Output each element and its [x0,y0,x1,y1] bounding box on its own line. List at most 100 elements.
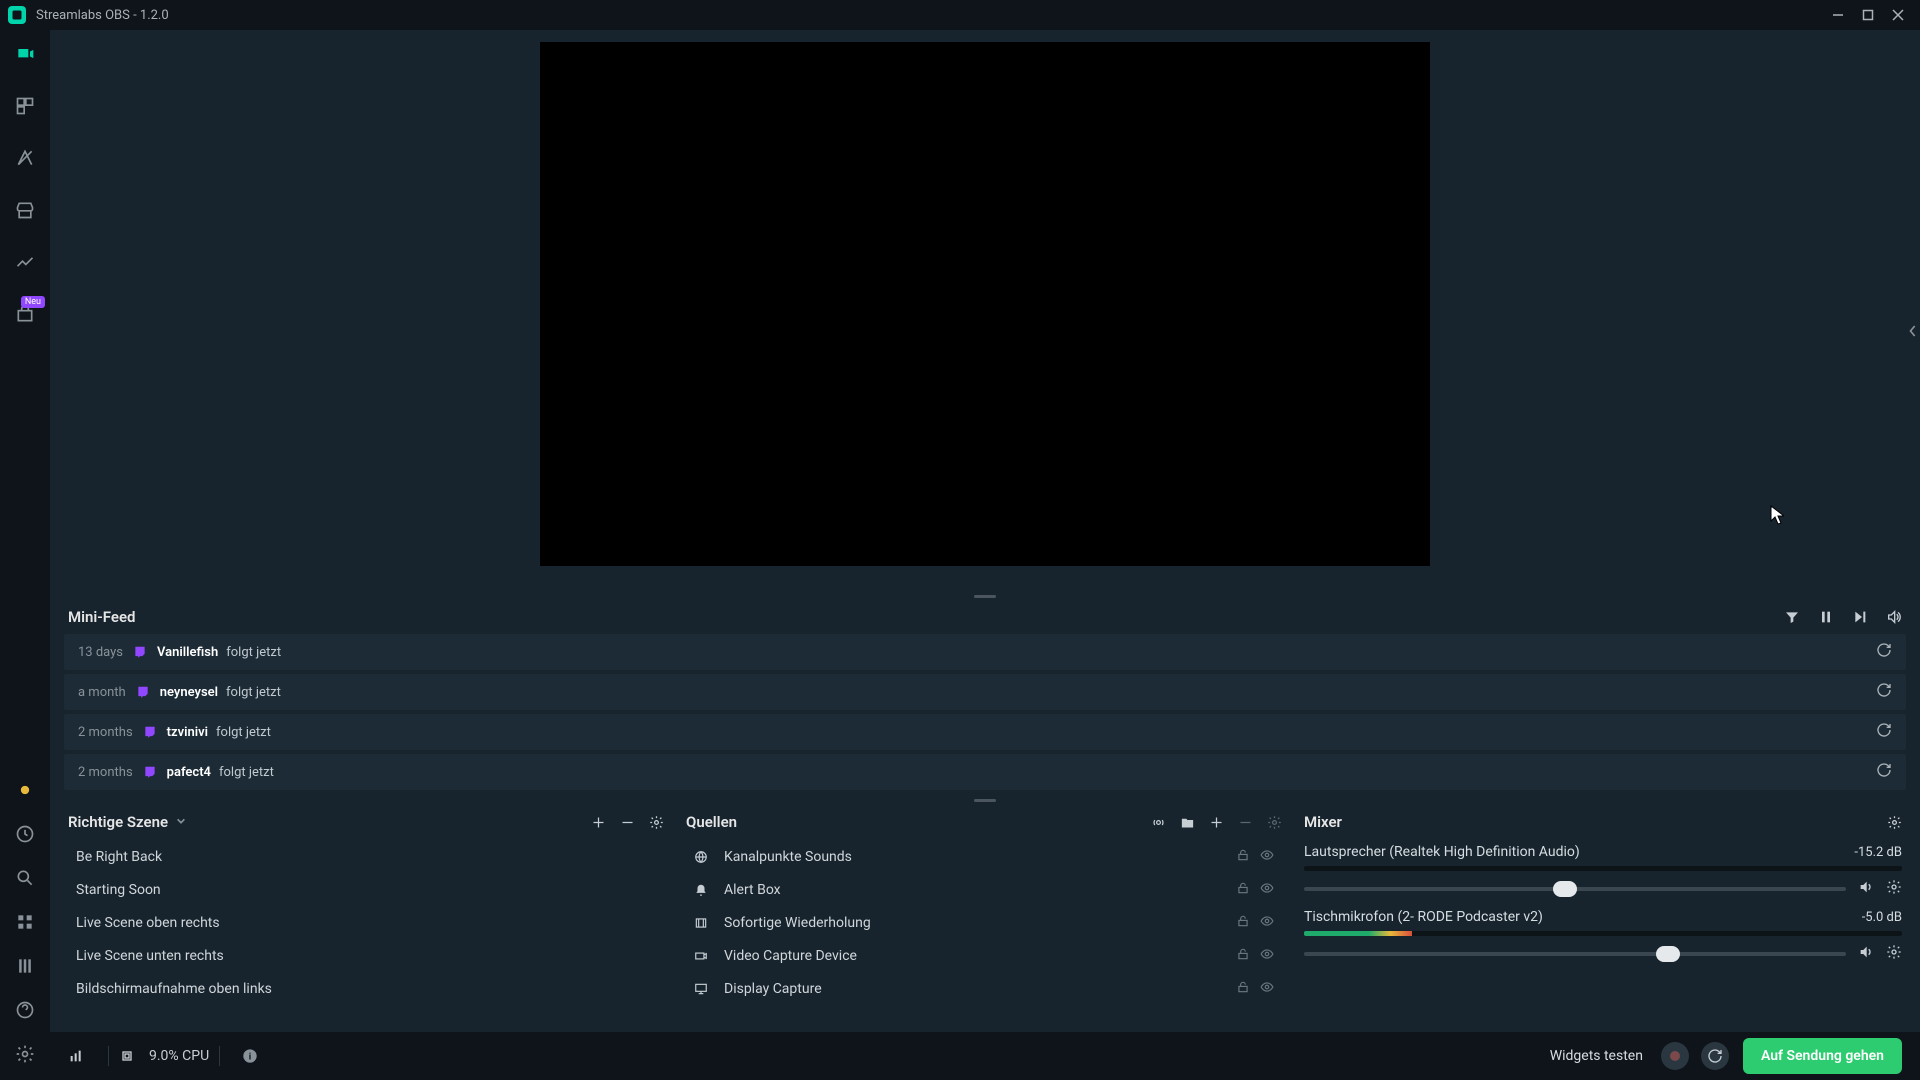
settings-icon[interactable] [13,1042,37,1066]
source-settings-icon[interactable] [1267,815,1282,830]
source-stream-icon[interactable] [1151,815,1166,830]
twitch-icon [133,645,147,659]
collapse-chat-icon[interactable] [1906,311,1920,351]
feed-time: 2 months [78,765,133,780]
window-title: Streamlabs OBS - 1.2.0 [36,8,1822,23]
replay-buffer-button[interactable] [1701,1042,1729,1070]
add-folder-icon[interactable] [1180,815,1195,830]
search-icon[interactable] [13,866,37,890]
store-tab-icon[interactable] [13,198,37,222]
cpu-icon [119,1048,135,1064]
channel-db: -5.0 dB [1862,910,1902,925]
mute-icon[interactable] [1858,944,1874,964]
skip-icon[interactable] [1852,609,1868,625]
add-source-icon[interactable] [1209,815,1224,830]
feed-item[interactable]: 2 months pafect4 folgt jetzt [64,754,1906,790]
svg-text:i: i [249,1051,251,1062]
grid-icon[interactable] [13,910,37,934]
maximize-button[interactable] [1854,1,1882,29]
feed-user: Vanillefish [157,645,218,660]
info-icon[interactable]: i [242,1048,258,1064]
lock-icon[interactable] [1236,848,1250,866]
scenes-panel: Richtige Szene Be Right Back Starting So… [64,804,668,1022]
lock-icon[interactable] [1236,881,1250,899]
remove-source-icon[interactable] [1238,815,1253,830]
volume-slider[interactable] [1304,952,1846,956]
remove-scene-icon[interactable] [620,815,635,830]
scenes-title[interactable]: Richtige Szene [68,813,168,831]
widgets-test-button[interactable]: Widgets testen [1550,1048,1643,1064]
channel-settings-icon[interactable] [1886,944,1902,964]
feed-action: folgt jetzt [226,685,1876,700]
clip-icon [694,916,710,930]
feed-user: neyneysel [160,685,218,700]
mixer-title: Mixer [1304,813,1342,831]
eye-icon[interactable] [1260,947,1274,965]
lock-icon[interactable] [1236,980,1250,998]
eye-icon[interactable] [1260,881,1274,899]
minifeed-list: 13 days Vanillefish folgt jetzt a month … [50,634,1920,796]
feed-item[interactable]: 2 months tzvinivi folgt jetzt [64,714,1906,750]
scene-item[interactable]: Bildschirmaufnahme oben links [64,972,668,1005]
volume-slider[interactable] [1304,887,1846,891]
go-live-button[interactable]: Auf Sendung gehen [1743,1038,1902,1074]
lock-icon[interactable] [1236,947,1250,965]
twitch-icon [143,765,157,779]
notifications-icon[interactable] [13,778,37,802]
chevron-down-icon[interactable] [176,814,186,830]
audio-meter [1304,866,1902,871]
mute-icon[interactable] [1858,879,1874,899]
twitch-icon [143,725,157,739]
sources-panel: Quellen Kanalpunkte Sounds [682,804,1286,1022]
layout-tab-icon[interactable] [13,94,37,118]
eye-icon[interactable] [1260,980,1274,998]
themes-tab-icon[interactable] [13,146,37,170]
source-item[interactable]: Video Capture Device [682,939,1286,972]
pause-icon[interactable] [1818,609,1834,625]
filter-icon[interactable] [1784,609,1800,625]
replay-icon[interactable] [1876,722,1892,742]
channel-name: Tischmikrofon (2- RODE Podcaster v2) [1304,909,1862,925]
bars-icon[interactable] [13,954,37,978]
volume-icon[interactable] [1886,609,1902,625]
feed-item[interactable]: a month neyneysel folgt jetzt [64,674,1906,710]
help-icon[interactable] [13,998,37,1022]
eye-icon[interactable] [1260,848,1274,866]
scene-item[interactable]: Live Scene oben rechts [64,906,668,939]
minimize-button[interactable] [1824,1,1852,29]
preview-canvas[interactable] [540,42,1430,566]
scene-settings-icon[interactable] [649,815,664,830]
mixer-settings-icon[interactable] [1887,815,1902,830]
lock-icon[interactable] [1236,914,1250,932]
apps-tab-icon[interactable]: Neu [13,302,37,326]
feed-action: folgt jetzt [219,765,1876,780]
scene-item[interactable]: Live Scene unten rechts [64,939,668,972]
replay-icon[interactable] [1876,762,1892,782]
preview-area[interactable] [50,30,1920,592]
feed-item[interactable]: 13 days Vanillefish folgt jetzt [64,634,1906,670]
performance-icon[interactable] [68,1048,84,1064]
channel-settings-icon[interactable] [1886,879,1902,899]
twitch-icon [136,685,150,699]
source-item[interactable]: Kanalpunkte Sounds [682,840,1286,873]
channel-name: Lautsprecher (Realtek High Definition Au… [1304,844,1854,860]
drag-handle[interactable] [50,592,1920,600]
replay-icon[interactable] [1876,682,1892,702]
source-item[interactable]: Sofortige Wiederholung [682,906,1286,939]
mixer-channel: Lautsprecher (Realtek High Definition Au… [1300,844,1906,899]
clock-icon[interactable] [13,822,37,846]
add-scene-icon[interactable] [591,815,606,830]
drag-handle[interactable] [50,796,1920,804]
source-item[interactable]: Display Capture [682,972,1286,1005]
stats-tab-icon[interactable] [13,250,37,274]
source-item[interactable]: Alert Box [682,873,1286,906]
eye-icon[interactable] [1260,914,1274,932]
scene-item[interactable]: Starting Soon [64,873,668,906]
replay-icon[interactable] [1876,642,1892,662]
record-button[interactable] [1661,1042,1689,1070]
editor-tab-icon[interactable] [13,42,37,66]
close-button[interactable] [1884,1,1912,29]
scene-item[interactable]: Be Right Back [64,840,668,873]
minifeed-title: Mini-Feed [68,608,1766,626]
mixer-panel: Mixer Lautsprecher (Realtek High Definit… [1300,804,1906,1022]
